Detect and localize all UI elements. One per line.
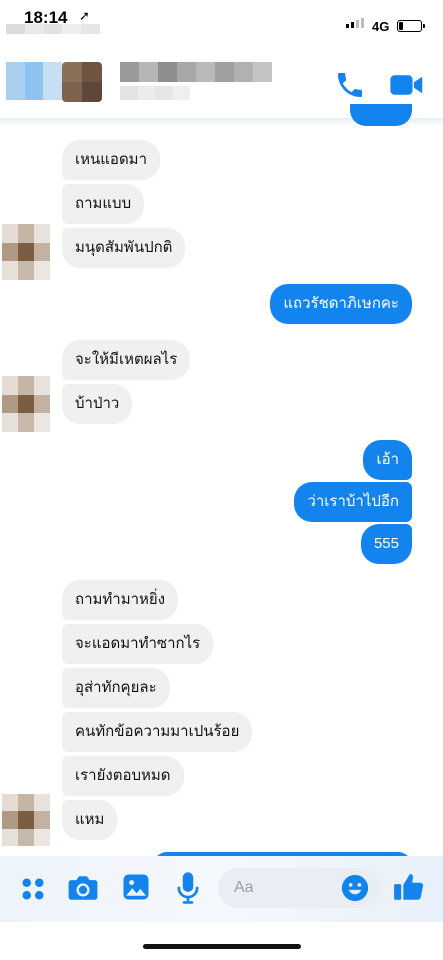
sender-avatar[interactable]	[2, 224, 50, 280]
message-incoming[interactable]: คนทักข้อความมาเปนร้อย	[62, 712, 253, 752]
emoji-button[interactable]	[340, 873, 370, 908]
camera-button[interactable]	[66, 872, 100, 909]
message-outgoing[interactable]: แถวรัชดาภิเษกคะ	[270, 284, 412, 324]
apps-button[interactable]	[18, 874, 48, 909]
message-incoming[interactable]: อุส่าทักคุยละ	[62, 668, 170, 708]
previous-message-bubble[interactable]	[350, 104, 412, 126]
back-button-blurred[interactable]	[6, 62, 62, 100]
battery-icon	[397, 20, 425, 32]
signal-strength-icon	[346, 18, 364, 28]
like-button[interactable]	[392, 870, 426, 909]
message-composer	[0, 856, 443, 922]
message-incoming[interactable]: ถามแบบ	[62, 184, 145, 224]
emoji-icon	[341, 874, 369, 902]
message-outgoing[interactable]: 555	[360, 524, 412, 564]
message-incoming[interactable]: ถามทำมาหยิ่ง	[62, 580, 179, 620]
camera-icon	[68, 876, 98, 900]
message-incoming[interactable]: แหม	[62, 800, 118, 840]
video-call-button[interactable]	[389, 69, 425, 101]
message-outgoing[interactable]: เอ้า	[363, 440, 412, 480]
gallery-button[interactable]	[121, 872, 151, 907]
gallery-icon	[123, 874, 149, 900]
video-camera-icon	[390, 75, 423, 95]
apps-icon	[22, 878, 44, 900]
message-incoming[interactable]: เรายังตอบหมด	[62, 756, 184, 796]
message-incoming[interactable]: บ้าป่าว	[62, 384, 133, 424]
thumbs-up-icon	[394, 874, 424, 900]
contact-name-blurred[interactable]	[120, 62, 272, 82]
active-status-blurred	[120, 86, 190, 100]
network-type: 4G	[372, 19, 390, 34]
message-incoming[interactable]: มนุดสัมพันปกติ	[62, 228, 186, 268]
sender-avatar[interactable]	[2, 794, 50, 846]
voice-call-button[interactable]	[334, 69, 366, 101]
message-incoming[interactable]: เหนแอดมา	[62, 140, 160, 180]
message-outgoing[interactable]: ว่าเราบ้าไปอีก	[294, 482, 412, 522]
microphone-icon	[177, 872, 199, 904]
message-incoming[interactable]: จะให้มีเหตผลไร	[62, 340, 191, 380]
message-incoming[interactable]: จะแอดมาทำซากไร	[62, 624, 214, 664]
phone-icon	[338, 73, 362, 97]
sender-avatar[interactable]	[2, 376, 50, 432]
home-indicator[interactable]	[143, 944, 301, 949]
message-input-container[interactable]	[218, 868, 381, 908]
microphone-button[interactable]	[175, 871, 201, 910]
location-arrow-icon: ➚	[79, 8, 90, 23]
avatar[interactable]	[62, 62, 102, 102]
home-indicator-area	[0, 922, 443, 960]
message-input[interactable]	[234, 877, 344, 899]
